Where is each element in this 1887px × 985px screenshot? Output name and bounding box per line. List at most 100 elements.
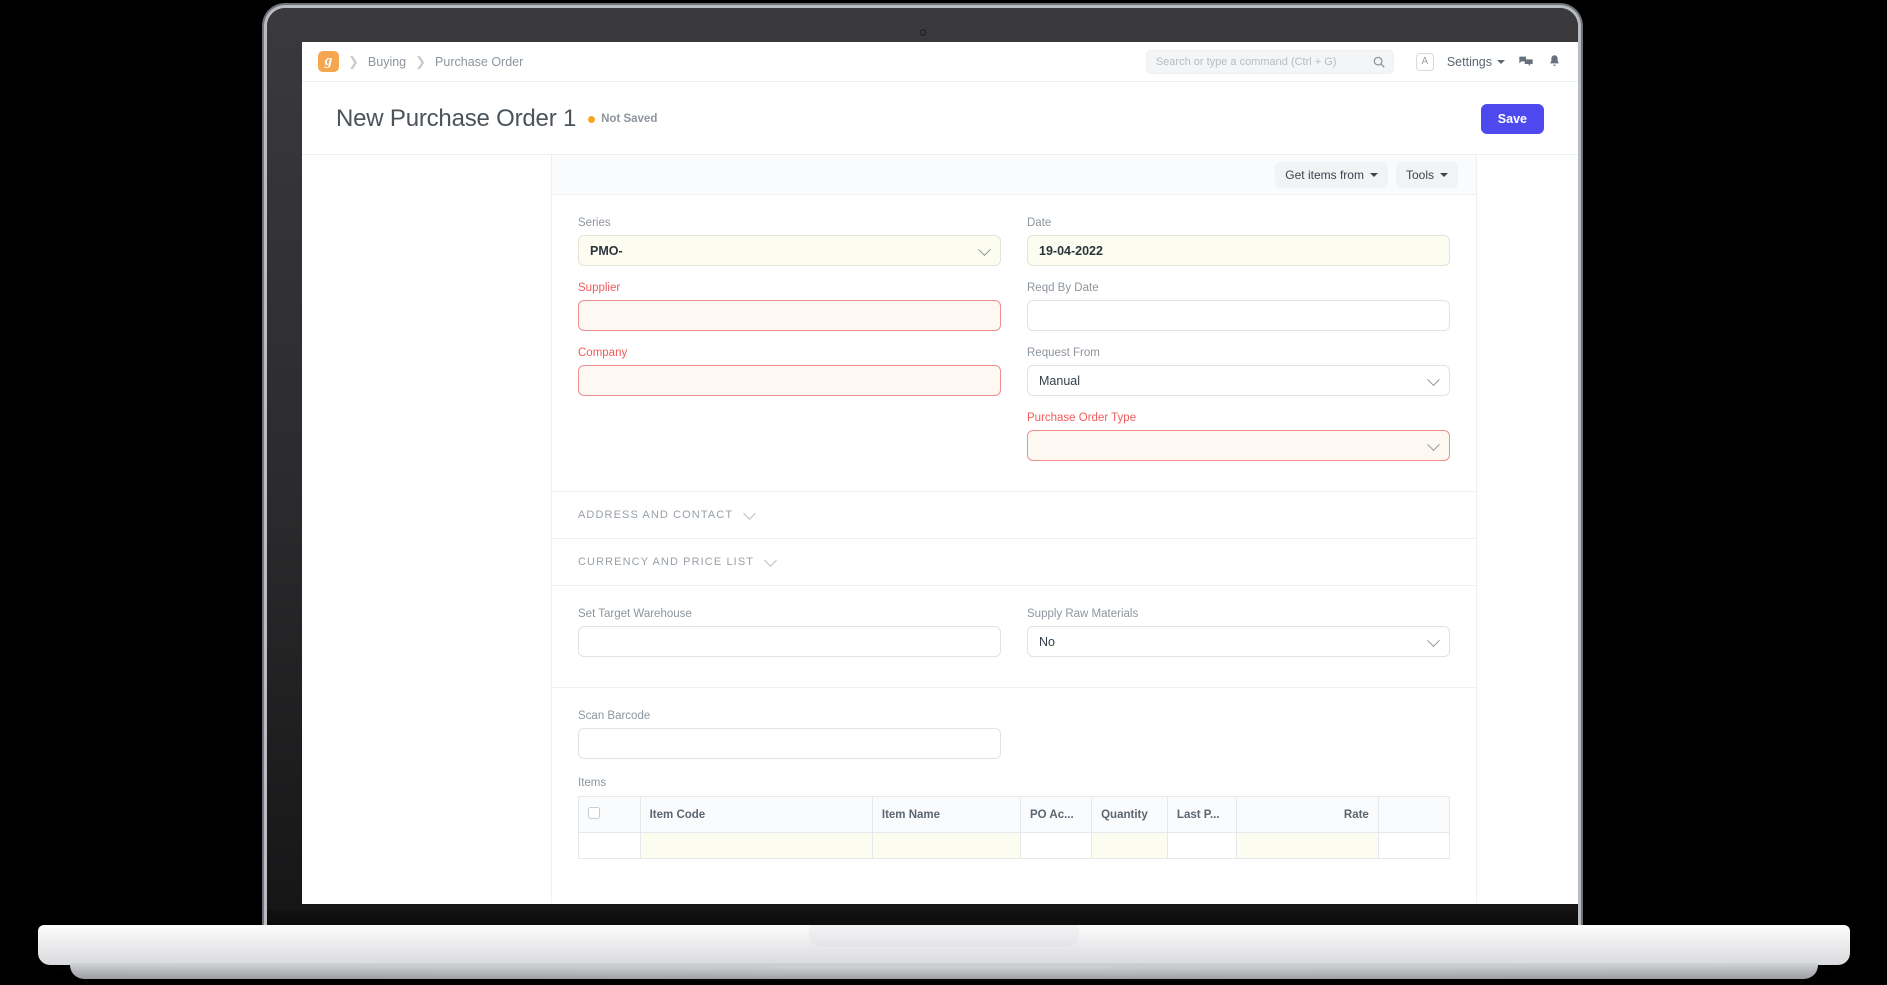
row-po-ac-cell[interactable]: [1020, 832, 1093, 859]
app-body: Get items from Tools Series PMO- Supplie…: [302, 155, 1578, 903]
select-all-header[interactable]: [578, 796, 641, 833]
column-quantity[interactable]: Quantity: [1091, 796, 1168, 833]
field-series: Series PMO-: [578, 217, 1001, 266]
chevron-down-icon: [1427, 372, 1440, 386]
field-supply-raw-materials: Supply Raw Materials No: [1027, 608, 1450, 657]
form-column: Get items from Tools Series PMO- Supplie…: [552, 155, 1477, 903]
field-value: Manual: [1039, 373, 1080, 388]
row-actions-cell: [1378, 832, 1450, 859]
details-section: Series PMO- Supplier Company Date 19-04-…: [552, 195, 1476, 492]
page-title: New Purchase Order 1: [336, 105, 577, 132]
tools-button[interactable]: Tools: [1395, 161, 1458, 188]
field-value: 19-04-2022: [1039, 243, 1103, 258]
field-label: Request From: [1027, 347, 1100, 359]
webcam-icon: [917, 27, 928, 38]
chevron-down-icon: [743, 506, 757, 520]
set-target-warehouse-input[interactable]: [578, 626, 1001, 657]
laptop-shadow: [20, 966, 1867, 982]
request-from-select[interactable]: Manual: [1027, 365, 1450, 396]
field-supplier: Supplier: [578, 282, 1001, 331]
items-section: Scan Barcode Items Item Code Item Name P…: [552, 688, 1476, 873]
row-rate-cell[interactable]: [1236, 832, 1379, 859]
field-scan-barcode: Scan Barcode: [578, 710, 1001, 759]
field-value: PMO-: [590, 243, 623, 258]
laptop-base-notch: [808, 925, 1079, 947]
section-address-and-contact[interactable]: Address and Contact: [552, 492, 1476, 539]
supply-raw-materials-select[interactable]: No: [1027, 626, 1450, 657]
tools-label: Tools: [1405, 167, 1434, 182]
breadcrumb-buying[interactable]: Buying: [368, 55, 406, 69]
chevron-down-icon: [978, 242, 991, 256]
page-header: New Purchase Order 1 Not Saved Save: [302, 82, 1578, 155]
avatar[interactable]: A: [1415, 52, 1434, 71]
row-checkbox-cell[interactable]: [578, 832, 641, 859]
field-label: Scan Barcode: [578, 710, 651, 722]
get-items-from-label: Get items from: [1285, 167, 1364, 182]
field-purchase-order-type: Purchase Order Type: [1027, 412, 1450, 461]
row-item-name-cell[interactable]: [872, 832, 1022, 859]
settings-dropdown[interactable]: Settings: [1447, 55, 1505, 69]
sidebar: [302, 155, 552, 903]
table-row[interactable]: [578, 832, 1450, 859]
field-date: Date 19-04-2022: [1027, 217, 1450, 266]
date-input[interactable]: 19-04-2022: [1027, 235, 1450, 266]
field-set-target-warehouse: Set Target Warehouse: [578, 608, 1001, 657]
field-company: Company: [578, 347, 1001, 396]
chevron-down-icon: [1427, 437, 1440, 451]
row-quantity-cell[interactable]: [1091, 832, 1168, 859]
search-icon[interactable]: [1372, 55, 1386, 69]
laptop-mockup: g ❯ Buying ❯ Purchase Order Search or ty…: [0, 0, 1887, 985]
breadcrumb-chevron-icon: ❯: [415, 53, 427, 69]
column-actions: [1378, 796, 1450, 833]
field-label: Set Target Warehouse: [578, 608, 692, 620]
search-placeholder: Search or type a command (Ctrl + G): [1155, 55, 1337, 68]
items-header-row: Item Code Item Name PO Ac... Quantity La…: [578, 796, 1450, 833]
form-toolbar: Get items from Tools: [552, 155, 1476, 195]
browser-viewport: g ❯ Buying ❯ Purchase Order Search or ty…: [302, 42, 1578, 904]
row-last-p-cell[interactable]: [1167, 832, 1237, 859]
column-item-name[interactable]: Item Name: [872, 796, 1022, 833]
items-table: Item Code Item Name PO Ac... Quantity La…: [578, 796, 1450, 859]
field-label: Supplier: [578, 282, 621, 294]
field-value: No: [1039, 634, 1055, 649]
chevron-down-icon: [764, 553, 777, 567]
details-grid: Series PMO- Supplier Company Date 19-04-…: [578, 217, 1450, 477]
section-currency-and-price-list[interactable]: Currency and Price List: [552, 539, 1476, 586]
scan-barcode-input[interactable]: [578, 728, 1001, 759]
section-title: Address and Contact: [578, 509, 734, 521]
select-all-checkbox[interactable]: [588, 807, 600, 819]
company-input[interactable]: [578, 365, 1001, 396]
field-label: Date: [1027, 217, 1052, 229]
items-table-head: Item Code Item Name PO Ac... Quantity La…: [578, 796, 1450, 833]
purchase-order-type-select[interactable]: [1027, 430, 1450, 461]
save-button[interactable]: Save: [1480, 104, 1544, 134]
details-right-column: Date 19-04-2022 Reqd By Date Request Fro…: [1027, 217, 1450, 477]
comments-icon[interactable]: [1518, 54, 1534, 70]
items-label: Items: [578, 777, 607, 789]
supplier-input[interactable]: [578, 300, 1001, 331]
warehouse-section: Set Target Warehouse Supply Raw Material…: [552, 586, 1476, 688]
column-last-p[interactable]: Last P...: [1167, 796, 1237, 833]
field-label: Company: [578, 347, 628, 359]
series-select[interactable]: PMO-: [578, 235, 1001, 266]
items-table-body: [578, 832, 1450, 859]
frappe-logo-icon[interactable]: g: [318, 51, 339, 72]
field-reqd-by-date: Reqd By Date: [1027, 282, 1450, 331]
settings-label: Settings: [1446, 54, 1492, 69]
right-rail: [1477, 155, 1578, 903]
breadcrumb-chevron-icon: ❯: [348, 53, 359, 69]
column-rate[interactable]: Rate: [1236, 796, 1379, 833]
get-items-from-button[interactable]: Get items from: [1275, 161, 1388, 188]
breadcrumb-purchase-order[interactable]: Purchase Order: [435, 55, 523, 69]
chevron-down-icon: [1427, 633, 1440, 647]
field-request-from: Request From Manual: [1027, 347, 1450, 396]
reqd-by-date-input[interactable]: [1027, 300, 1450, 331]
row-item-code-cell[interactable]: [640, 832, 873, 859]
bell-icon[interactable]: [1547, 54, 1562, 69]
column-item-code[interactable]: Item Code: [640, 796, 873, 833]
warehouse-grid: Set Target Warehouse Supply Raw Material…: [578, 608, 1450, 673]
search-input[interactable]: Search or type a command (Ctrl + G): [1145, 49, 1394, 74]
chevron-down-icon: [1497, 59, 1505, 64]
main-area: Get items from Tools Series PMO- Supplie…: [552, 155, 1578, 903]
column-po-ac[interactable]: PO Ac...: [1020, 796, 1093, 833]
